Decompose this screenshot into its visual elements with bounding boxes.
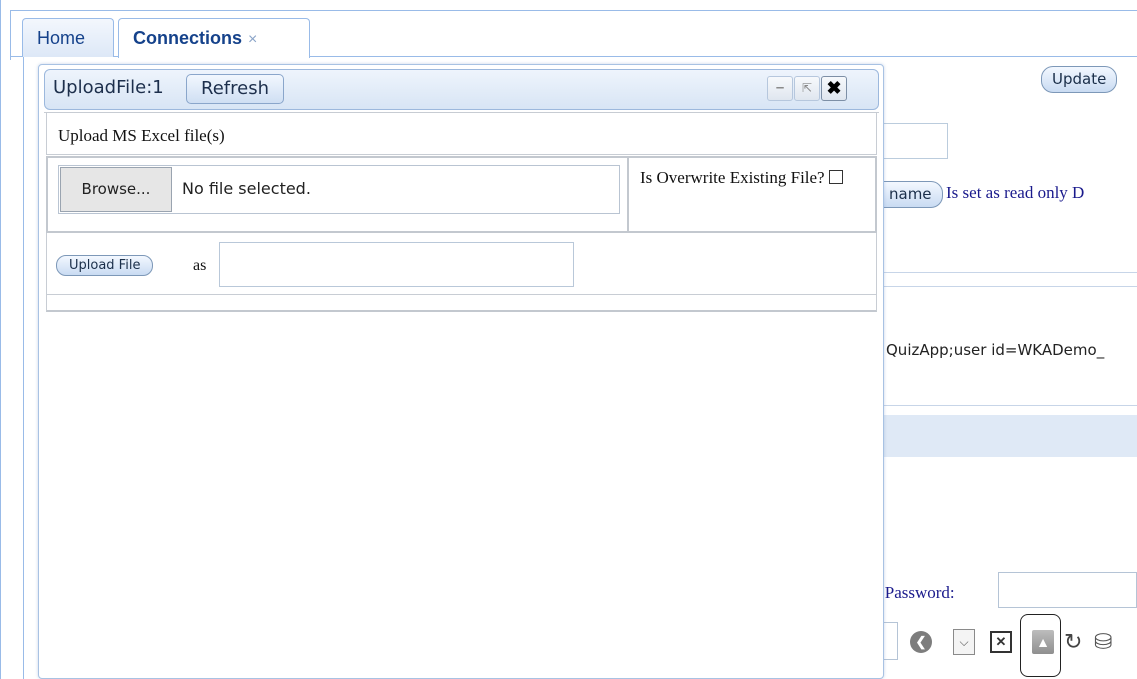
minimize-icon[interactable]: – <box>767 76 793 101</box>
browse-button[interactable]: Browse... <box>60 167 172 212</box>
section-label: Upload MS Excel file(s) <box>58 126 225 145</box>
divider <box>884 405 1137 406</box>
database-icon[interactable]: ⛁ <box>1094 629 1120 655</box>
tab-close-icon[interactable]: × <box>248 31 257 48</box>
update-button[interactable]: Update <box>1041 66 1118 93</box>
pager-input[interactable] <box>884 622 898 660</box>
tab-home-label: Home <box>37 28 86 48</box>
tab-connections[interactable]: Connections × <box>118 18 310 58</box>
focus-highlight <box>1020 614 1061 677</box>
close-icon[interactable]: ✖ <box>821 76 847 101</box>
dialog-footer-row <box>46 295 877 312</box>
divider <box>884 286 1137 287</box>
readonly-text: Is set as read only D <box>946 183 1085 202</box>
tab-home[interactable]: Home <box>22 18 114 57</box>
content-left-border <box>23 57 24 679</box>
connection-string-text: QuizApp;user id=WKADemo_ <box>886 341 1105 359</box>
window-buttons: – ⇱ ✖ <box>763 76 873 102</box>
popout-icon[interactable]: ⇱ <box>794 76 820 101</box>
filename-input[interactable] <box>219 242 574 287</box>
password-input[interactable] <box>998 572 1137 608</box>
overwrite-checkbox[interactable] <box>828 170 843 184</box>
password-label: v Password: <box>872 583 955 602</box>
section-header-bar <box>884 415 1137 457</box>
divider <box>627 158 629 232</box>
tab-connections-label: Connections <box>133 28 243 48</box>
overwrite-label-text: Is Overwrite Existing File? <box>640 168 825 187</box>
dialog-title: UploadFile:1 <box>53 77 164 98</box>
dialog-header[interactable] <box>44 69 879 110</box>
divider <box>884 272 1137 273</box>
overwrite-label: Is Overwrite Existing File? <box>640 166 870 190</box>
prev-icon[interactable]: ❮ <box>908 629 934 655</box>
file-status-text: No file selected. <box>182 179 311 198</box>
upload-file-button[interactable]: Upload File <box>56 255 154 276</box>
refresh-icon[interactable]: ↻ <box>1064 629 1090 655</box>
background-input[interactable] <box>884 123 948 159</box>
as-label: as <box>193 257 207 274</box>
refresh-button[interactable]: Refresh <box>186 74 284 104</box>
delete-icon[interactable]: ✕ <box>990 631 1012 653</box>
chevron-down-icon[interactable]: ⌵ <box>953 629 975 655</box>
